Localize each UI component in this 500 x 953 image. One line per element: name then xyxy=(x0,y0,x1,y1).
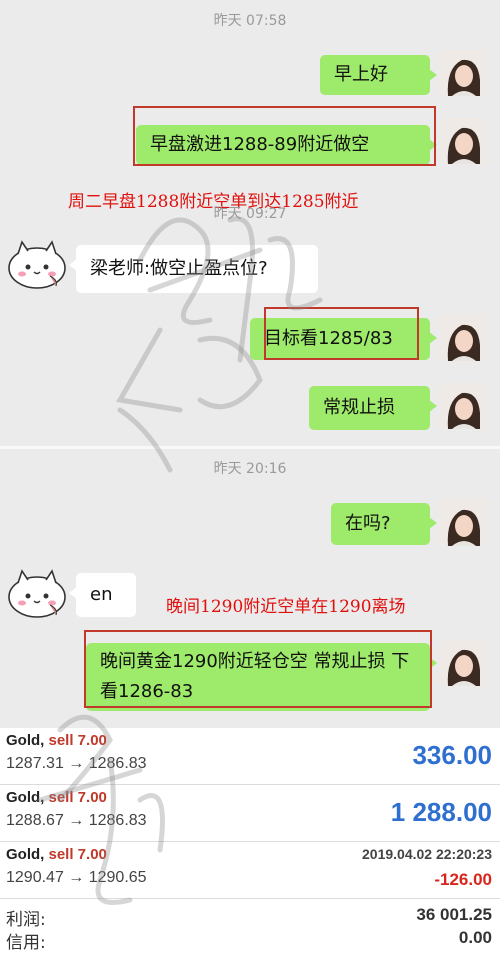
trade-row[interactable]: Gold, sell 7.00 1288.67 → 1286.83 1 288.… xyxy=(0,785,500,841)
message-bubble[interactable]: 梁老师:做空止盈点位? xyxy=(69,245,318,293)
message-text: 梁老师:做空止盈点位? xyxy=(90,258,268,279)
trade-symbol: Gold, sell 7.00 xyxy=(6,789,107,806)
cat-avatar[interactable] xyxy=(6,565,68,621)
trade-prices: 1290.47 → 1290.65 xyxy=(6,869,147,886)
trade-profit: -126.00 xyxy=(434,870,492,889)
trade-history: Gold, sell 7.00 1287.31 → 1286.83 336.00… xyxy=(0,728,500,953)
my-avatar[interactable] xyxy=(440,118,486,164)
message-bubble[interactable]: 常规止损 xyxy=(309,386,437,430)
timestamp: 昨天 07:58 xyxy=(213,13,287,29)
trade-prices: 1287.31 → 1286.83 xyxy=(6,755,147,772)
section-divider xyxy=(0,446,500,449)
trade-row[interactable]: Gold, sell 7.00 1287.31 → 1286.83 336.00 xyxy=(0,728,500,784)
credit-value: 0.00 xyxy=(458,928,492,947)
my-avatar[interactable] xyxy=(440,50,486,96)
trade-profit: 336.00 xyxy=(412,740,492,770)
message-text: 在吗? xyxy=(345,513,391,534)
profit-label: 利润: xyxy=(6,910,46,930)
my-avatar[interactable] xyxy=(440,383,486,429)
trade-symbol: Gold, sell 7.00 xyxy=(6,846,107,863)
trade-time: 2019.04.02 22:20:23 xyxy=(362,846,492,862)
chat-area: 昨天 07:58 早上好 早盘激进1288-89附近做空 周二早盘1288附近空… xyxy=(0,0,500,728)
message-bubble[interactable]: 在吗? xyxy=(331,503,437,545)
cat-avatar[interactable] xyxy=(6,236,68,292)
trade-symbol: Gold, sell 7.00 xyxy=(6,732,107,749)
my-avatar[interactable] xyxy=(440,500,486,546)
my-avatar[interactable] xyxy=(440,315,486,361)
divider xyxy=(0,898,500,899)
highlight-box xyxy=(264,307,419,360)
trade-prices: 1288.67 → 1286.83 xyxy=(6,812,147,829)
trade-profit: 1 288.00 xyxy=(390,797,492,827)
credit-label: 信用: xyxy=(6,933,46,953)
message-text: en xyxy=(90,584,113,605)
message-text: 早上好 xyxy=(334,64,388,85)
timestamp: 昨天 09:27 xyxy=(213,206,287,222)
trade-row[interactable]: Gold, sell 7.00 1290.47 → 1290.65 2019.0… xyxy=(0,842,500,898)
message-bubble[interactable]: en xyxy=(69,573,136,617)
timestamp: 昨天 20:16 xyxy=(213,461,287,477)
message-bubble[interactable]: 早上好 xyxy=(320,55,437,95)
my-avatar[interactable] xyxy=(440,640,486,686)
highlight-box xyxy=(84,630,432,708)
message-text: 常规止损 xyxy=(323,397,395,418)
highlight-box xyxy=(133,106,436,166)
profit-value: 36 001.25 xyxy=(416,905,492,924)
annotation-text: 晚间1290附近空单在1290离场 xyxy=(166,597,406,617)
